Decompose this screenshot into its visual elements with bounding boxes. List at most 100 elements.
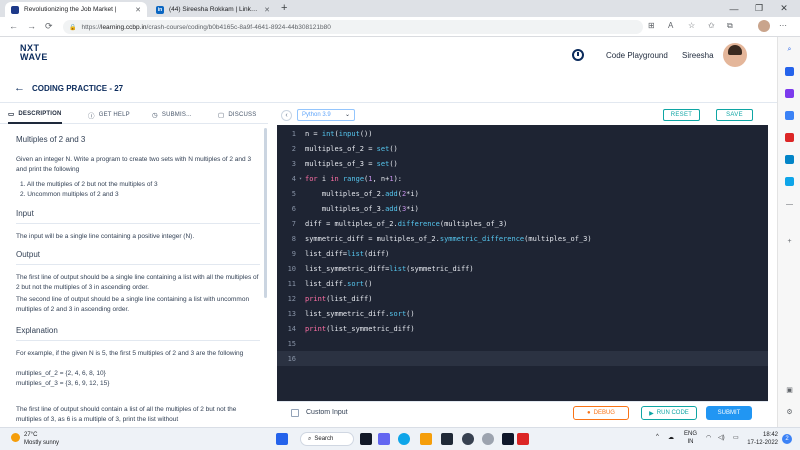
code-line[interactable]: 14 print(list_symmetric_diff): [277, 321, 768, 336]
back-arrow-icon[interactable]: ←: [14, 82, 25, 94]
more-menu-icon[interactable]: ⋯: [779, 21, 787, 30]
app-icon[interactable]: [482, 433, 494, 445]
collapse-panel-icon[interactable]: ‹: [281, 110, 292, 121]
clock[interactable]: 18:42 17-12-2022: [744, 431, 778, 447]
cloud-icon[interactable]: ☁: [668, 434, 674, 441]
code-line[interactable]: 7 diff = multiples_of_2.difference(multi…: [277, 216, 768, 231]
page-title: CODING PRACTICE - 27: [32, 84, 124, 93]
search-icon[interactable]: ⌕: [785, 45, 794, 54]
drop-icon[interactable]: [785, 177, 794, 186]
code-text: list_diff.sort(): [305, 279, 373, 288]
shopping-icon[interactable]: [785, 67, 794, 76]
notification-badge[interactable]: 2: [782, 434, 792, 444]
temperature: 27°C: [24, 432, 38, 438]
battery-icon[interactable]: ▭: [733, 434, 739, 441]
chat-app-icon[interactable]: [378, 433, 390, 445]
language-indicator[interactable]: ENG IN: [684, 430, 697, 446]
favorites-icon[interactable]: ✩: [708, 21, 715, 30]
file-explorer-icon[interactable]: [420, 433, 432, 445]
editor-toolbar: ‹ Python 3.9 ⌄ RESET SAVE: [277, 106, 768, 125]
play-icon: ▶: [649, 410, 654, 417]
custom-input-label[interactable]: Custom Input: [306, 409, 348, 416]
code-line[interactable]: 2 multiples_of_2 = set(): [277, 141, 768, 156]
github-icon[interactable]: [462, 433, 474, 445]
debug-button[interactable]: ● DEBUG: [573, 406, 629, 420]
custom-input-checkbox[interactable]: [291, 409, 299, 417]
code-line[interactable]: 10 list_symmetric_diff=list(symmetric_di…: [277, 261, 768, 276]
code-line[interactable]: 13 list_symmetric_diff.sort(): [277, 306, 768, 321]
reload-icon[interactable]: ⟳: [45, 21, 53, 32]
forward-icon[interactable]: →: [27, 21, 36, 31]
reset-button[interactable]: RESET: [663, 109, 700, 121]
store-icon[interactable]: [441, 433, 453, 445]
code-line[interactable]: 12 print(list_diff): [277, 291, 768, 306]
user-avatar[interactable]: [723, 43, 747, 67]
close-tab-icon[interactable]: ✕: [135, 6, 141, 14]
app-icon[interactable]: [502, 433, 514, 445]
timer-icon[interactable]: [572, 49, 584, 61]
code-line[interactable]: 11 list_diff.sort(): [277, 276, 768, 291]
browser-tab-active[interactable]: Revolutionizing the Job Market | ✕: [5, 2, 147, 17]
windows-taskbar: 27°C Mostly sunny ⌕ Search ^ ☁ ENG IN ◠ …: [0, 427, 800, 450]
back-icon[interactable]: ←: [9, 21, 18, 31]
run-code-button[interactable]: ▶ RUN CODE: [641, 406, 697, 420]
debug-icon: ●: [587, 410, 591, 416]
tab-get-help[interactable]: ⓘ GET HELP: [88, 106, 130, 124]
chat-icon: ▢: [218, 112, 225, 119]
favorite-star-icon[interactable]: ☆: [688, 21, 695, 30]
code-line[interactable]: 5 multiples_of_2.add(2*i): [277, 186, 768, 201]
line-number: 11: [287, 279, 296, 288]
maximize-icon[interactable]: ❐: [747, 0, 771, 17]
weather-widget[interactable]: 27°C Mostly sunny: [11, 431, 59, 447]
code-line[interactable]: 6 multiples_of_3.add(3*i): [277, 201, 768, 216]
edge-icon[interactable]: [398, 433, 410, 445]
window-close-icon[interactable]: ✕: [772, 0, 796, 17]
tab-description[interactable]: ▭ DESCRIPTION: [8, 106, 62, 124]
read-aloud-icon[interactable]: A: [668, 21, 673, 30]
language-select[interactable]: Python 3.9 ⌄: [297, 109, 355, 121]
code-line[interactable]: 3 multiples_of_3 = set(): [277, 156, 768, 171]
url-input[interactable]: 🔒 https://learning.ccbp.in/crash-course/…: [63, 20, 643, 34]
code-line[interactable]: 9 list_diff=list(diff): [277, 246, 768, 261]
tools-icon[interactable]: [785, 89, 794, 98]
windows-start-icon[interactable]: [276, 433, 288, 445]
collections-icon[interactable]: ⧉: [727, 21, 733, 31]
add-icon[interactable]: +: [785, 237, 794, 246]
browser-tab-linkedin[interactable]: in (44) Sireesha Rokkam | LinkedIn ✕: [150, 2, 276, 17]
layout-icon[interactable]: ▣: [785, 385, 794, 394]
code-line[interactable]: 1 n = int(input()): [277, 126, 768, 141]
tab-submissions[interactable]: ◷ SUBMIS...: [152, 106, 192, 124]
task-view-icon[interactable]: [360, 433, 372, 445]
code-playground-link[interactable]: Code Playground: [606, 51, 668, 60]
sun-icon: [11, 433, 20, 442]
volume-icon[interactable]: ◁): [718, 434, 725, 441]
profile-avatar[interactable]: [758, 20, 770, 32]
line-number: 8: [291, 234, 296, 243]
taskbar-search[interactable]: ⌕ Search: [300, 432, 354, 446]
close-tab-icon[interactable]: ✕: [264, 6, 270, 14]
code-editor[interactable]: 1 n = int(input()) 2 multiples_of_2 = set…: [277, 125, 768, 401]
settings-gear-icon[interactable]: ⚙: [785, 407, 794, 416]
games-icon[interactable]: [785, 111, 794, 120]
new-tab-icon[interactable]: +: [281, 2, 287, 14]
scrollbar-thumb[interactable]: [264, 128, 267, 298]
mcafee-icon[interactable]: [517, 433, 529, 445]
chevron-up-icon[interactable]: ^: [656, 434, 659, 440]
nxtwave-logo[interactable]: NXT WAVE: [20, 44, 48, 62]
save-button[interactable]: SAVE: [716, 109, 753, 121]
add-sidebar-icon[interactable]: —: [785, 200, 794, 209]
office-icon[interactable]: [785, 133, 794, 142]
tab-discuss[interactable]: ▢ DISCUSS: [218, 106, 256, 124]
code-line[interactable]: 15: [277, 336, 768, 351]
outlook-icon[interactable]: [785, 155, 794, 164]
username[interactable]: Sireesha: [682, 51, 714, 60]
line-number: 6: [291, 204, 296, 213]
code-line[interactable]: 16: [277, 351, 768, 366]
wifi-icon[interactable]: ◠: [706, 434, 711, 441]
line-number: 1: [291, 129, 296, 138]
code-line[interactable]: 8 symmetric_diff = multiples_of_2.symmet…: [277, 231, 768, 246]
apps-icon[interactable]: ⊞: [648, 21, 655, 30]
code-line[interactable]: 4 ▾ for i in range(1, n+1):: [277, 171, 768, 186]
minimize-icon[interactable]: —: [722, 0, 746, 17]
submit-button[interactable]: SUBMIT: [706, 406, 752, 420]
